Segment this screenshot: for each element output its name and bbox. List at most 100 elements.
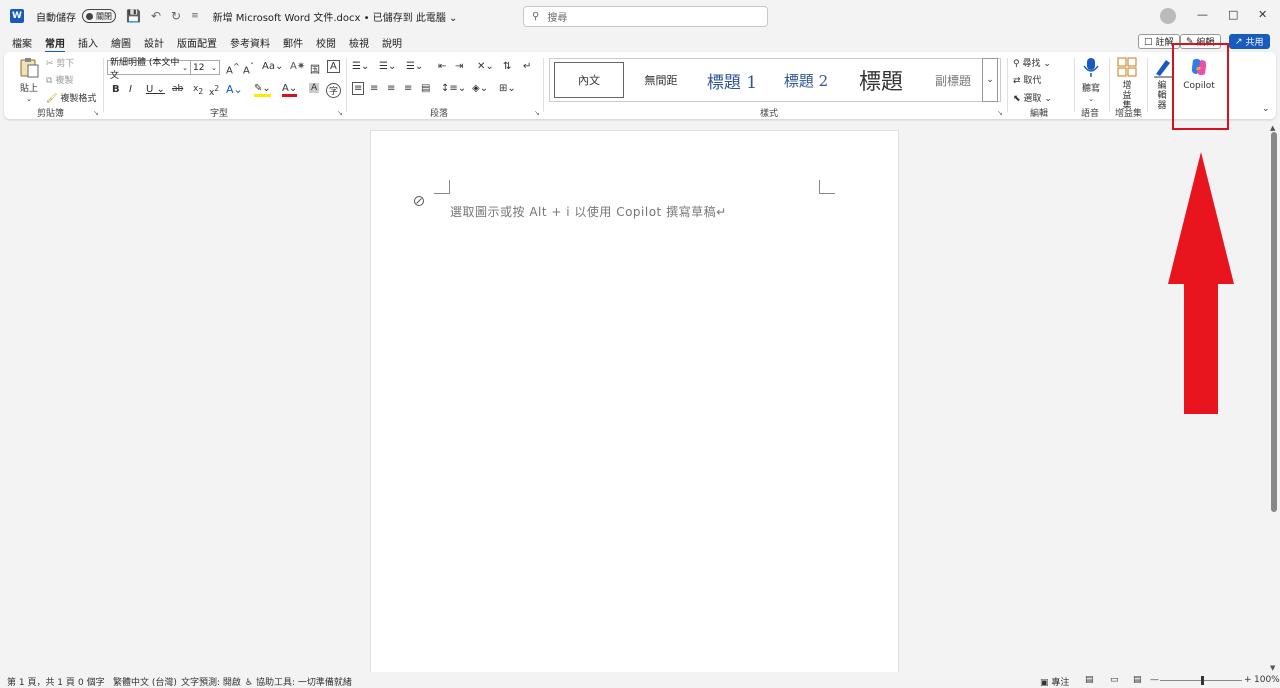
copilot-inline-icon[interactable] [413,195,425,207]
align-left-icon[interactable]: ≡ [352,82,365,95]
phonetic-guide-icon[interactable]: 国 [310,61,320,76]
autosave-toggle[interactable]: 關閉 [82,9,116,23]
print-layout-icon[interactable]: ▭ [1110,675,1119,685]
zoom-in-icon[interactable]: + [1244,675,1252,685]
character-shading-icon[interactable]: A [309,83,320,93]
zoom-level[interactable]: 100% [1254,675,1280,685]
customize-qat-icon[interactable]: ≡ [191,11,199,21]
align-right-icon[interactable]: ≡ [387,83,395,94]
superscript-icon[interactable]: x2 [209,84,219,98]
accessibility-status[interactable]: ♿ 協助工具: 一切準備就緒 [245,675,352,688]
scroll-down-icon[interactable]: ▼ [1270,664,1275,672]
asian-layout-icon[interactable]: ✕⌄ [477,61,494,72]
share-button[interactable]: ↗ 共用 [1229,34,1270,49]
search-input[interactable]: ⚲ 搜尋 [523,6,768,27]
show-marks-icon[interactable]: ↵ [523,61,531,72]
close-icon[interactable]: ✕ [1258,8,1267,21]
editor-button[interactable]: 編輯器 [1152,56,1172,111]
strikethrough-icon[interactable]: ab [172,84,183,94]
select-button[interactable]: ⬉ 選取 ⌄ [1013,91,1052,104]
document-title[interactable]: 新增 Microsoft Word 文件.docx • 已儲存到 此電腦 ⌄ [213,9,458,24]
styles-dialog-launcher-icon[interactable]: ↘ [997,109,1003,117]
tab-file[interactable]: 檔案 [12,35,32,50]
styles-group-label: 樣式 [760,109,779,119]
vertical-scrollbar[interactable]: ▲ ▼ [1270,124,1278,672]
redo-icon[interactable]: ↻ [171,9,181,23]
style-normal[interactable]: 內文 [554,62,624,98]
bullets-icon[interactable]: ☰⌄ [352,61,369,72]
tab-mailings[interactable]: 郵件 [283,35,303,50]
borders-icon[interactable]: ⊞⌄ [499,83,516,94]
find-button[interactable]: ⚲ 尋找 ⌄ [1013,56,1051,69]
font-dialog-launcher-icon[interactable]: ↘ [337,109,343,117]
tab-review[interactable]: 校閱 [316,35,336,50]
align-center-icon[interactable]: ≡ [370,83,378,94]
replace-button[interactable]: ⇄ 取代 [1013,73,1041,86]
clear-formatting-icon[interactable]: A✷ [290,61,305,72]
scroll-up-icon[interactable]: ▲ [1270,124,1275,132]
highlight-icon[interactable]: ✎⌄ [254,83,271,97]
tab-layout[interactable]: 版面配置 [177,35,217,50]
shading-icon[interactable]: ◈⌄ [472,83,488,94]
tab-draw[interactable]: 繪圖 [111,35,131,50]
read-mode-icon[interactable]: ▤ [1085,675,1094,685]
shrink-font-icon[interactable]: Aˇ [243,61,254,76]
tab-insert[interactable]: 插入 [78,35,98,50]
line-spacing-icon[interactable]: ↕≡⌄ [441,83,466,94]
bold-icon[interactable]: B [112,84,120,95]
copy-button[interactable]: ⧉ 複製 [46,73,73,86]
numbering-icon[interactable]: ☰⌄ [379,61,396,72]
paragraph-dialog-launcher-icon[interactable]: ↘ [534,109,540,117]
collapse-ribbon-icon[interactable]: ⌄ [1262,104,1270,114]
style-title[interactable]: 標題 [846,62,916,98]
maximize-icon[interactable]: □ [1228,8,1238,21]
subscript-icon[interactable]: x2 [193,84,203,96]
tab-help[interactable]: 說明 [382,35,402,50]
undo-icon[interactable]: ↶ [151,9,161,23]
underline-icon[interactable]: U ⌄ [146,84,165,95]
change-case-icon[interactable]: Aa⌄ [262,61,283,72]
web-layout-icon[interactable]: ▤ [1133,675,1142,685]
character-border-icon[interactable]: A [327,60,340,73]
language-status[interactable]: 繁體中文 (台灣) [113,675,177,688]
decrease-indent-icon[interactable]: ⇤ [438,61,446,72]
tab-home[interactable]: 常用 [45,35,65,53]
text-effects-icon[interactable]: A⌄ [226,83,243,96]
sort-icon[interactable]: ⇅ [503,61,511,72]
style-subtitle[interactable]: 副標題 [922,62,984,98]
zoom-out-icon[interactable]: — [1150,675,1159,685]
tab-design[interactable]: 設計 [144,35,164,50]
font-size-select[interactable]: 12 ⌄ [190,60,220,75]
dictate-button[interactable]: 聽寫 ⌄ [1077,56,1105,104]
italic-icon[interactable]: I [129,84,132,95]
font-color-icon[interactable]: A⌄ [282,83,298,97]
avatar[interactable] [1160,8,1176,24]
tab-view[interactable]: 檢視 [349,35,369,50]
style-heading-2[interactable]: 標題 2 [772,62,840,98]
cut-button[interactable]: ✂ 剪下 [46,56,74,69]
addins-button[interactable]: 增益集 [1115,56,1139,111]
document-page[interactable]: 選取圖示或按 Alt + i 以使用 Copilot 撰寫草稿↵ [370,130,899,676]
word-count[interactable]: 0 個字 [78,675,105,688]
save-icon[interactable]: 💾 [126,9,141,23]
increase-indent-icon[interactable]: ⇥ [455,61,463,72]
minimize-icon[interactable]: — [1197,8,1208,21]
style-heading-1[interactable]: 標題 1 [698,62,766,98]
text-prediction-status[interactable]: 文字預測: 開啟 [181,675,241,688]
style-no-spacing[interactable]: 無間距 [630,62,692,98]
enclose-characters-icon[interactable]: 字 [326,83,342,98]
tab-references[interactable]: 參考資料 [230,35,270,50]
focus-button[interactable]: ▣ 專注 [1040,675,1069,688]
paste-button[interactable]: 貼上 ⌄ [14,56,44,104]
page-count[interactable]: 第 1 頁，共 1 頁 [7,675,75,688]
scrollbar-thumb[interactable] [1271,132,1277,512]
clipboard-dialog-launcher-icon[interactable]: ↘ [93,109,99,117]
styles-more-button[interactable]: ⌄ [982,58,998,102]
grow-font-icon[interactable]: A^ [226,61,240,76]
justify-icon[interactable]: ≡ [404,83,412,94]
distributed-icon[interactable]: ▤ [421,83,430,94]
zoom-slider-thumb[interactable] [1201,676,1204,685]
font-name-select[interactable]: 新細明體 (本文中文 ⌄ [107,58,191,81]
format-painter-button[interactable]: 🖌 複製格式 [46,91,96,104]
multilevel-list-icon[interactable]: ☰⌄ [406,61,423,72]
